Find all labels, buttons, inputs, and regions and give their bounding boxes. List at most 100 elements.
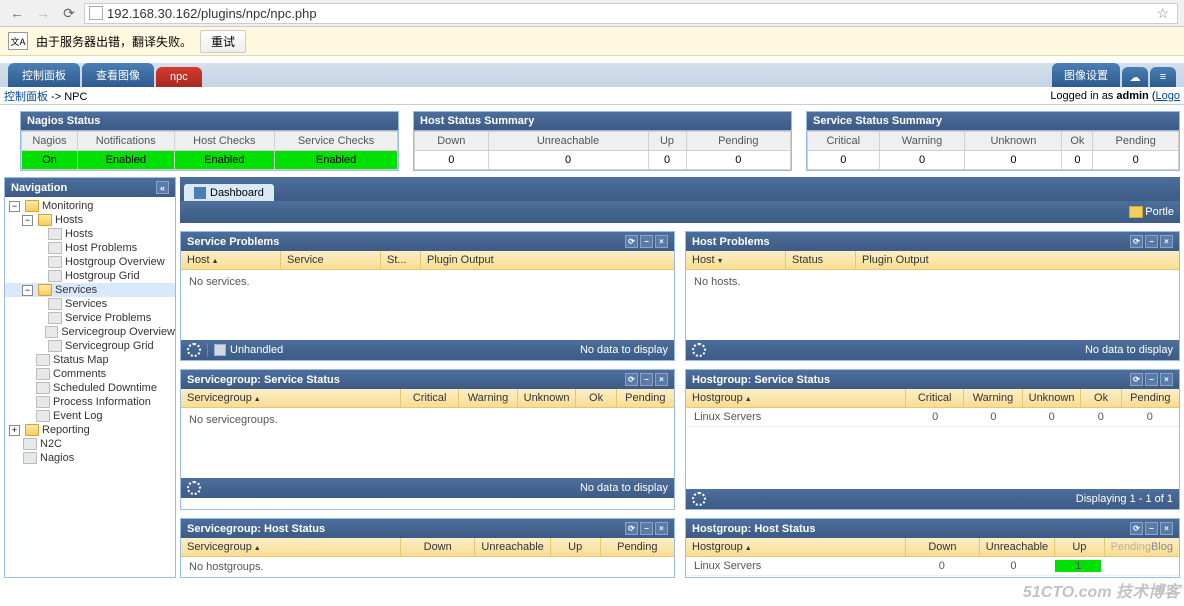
breadcrumb-bar: 控制面板 -> NPC Logged in as admin (Logo [0, 87, 1184, 105]
tool-refresh-icon[interactable]: ⟳ [625, 235, 638, 248]
tree-item[interactable]: Service Problems [5, 311, 175, 325]
tree-monitoring[interactable]: −Monitoring [5, 199, 175, 213]
tool-refresh-icon[interactable]: ⟳ [625, 373, 638, 386]
col-servicegroup[interactable]: Servicegroup [181, 389, 401, 407]
page-icon [36, 410, 50, 422]
col-status[interactable]: Status [786, 251, 856, 269]
tool-close-icon[interactable]: × [655, 373, 668, 386]
reload-button[interactable]: ⟳ [58, 3, 80, 23]
tab-help-icon[interactable]: ☁ [1122, 67, 1148, 87]
tree-item[interactable]: Process Information [5, 395, 175, 409]
tool-close-icon[interactable]: × [1160, 235, 1173, 248]
portlet-row: Service Problems ⟳−× Host Service St... … [180, 223, 1180, 361]
grid-body: No servicegroups. [181, 408, 674, 478]
tree-item[interactable]: Scheduled Downtime [5, 381, 175, 395]
tool-refresh-icon[interactable]: ⟳ [1130, 373, 1143, 386]
col-status[interactable]: St... [381, 251, 421, 269]
tree-item[interactable]: Servicegroup Overview [5, 325, 175, 339]
tree-item[interactable]: Event Log [5, 409, 175, 423]
tree-nagios[interactable]: Nagios [5, 451, 175, 465]
tool-close-icon[interactable]: × [655, 235, 668, 248]
grid-body: No hosts. [686, 270, 1179, 340]
spinner-icon [187, 343, 201, 357]
tab-image-settings[interactable]: 图像设置 [1052, 63, 1120, 87]
col-hostgroup[interactable]: Hostgroup [686, 389, 906, 407]
back-button[interactable]: ← [6, 3, 28, 23]
bookmark-star-icon[interactable]: ☆ [1156, 5, 1173, 22]
content-toolbar: Portle [180, 201, 1180, 223]
toggle-icon[interactable]: + [9, 425, 20, 436]
panel-host-summary: Host Status Summary Down Unreachable Up … [413, 111, 792, 171]
tree-item[interactable]: Hosts [5, 227, 175, 241]
forward-button[interactable]: → [32, 3, 54, 23]
folder-icon [25, 200, 39, 212]
logout-link[interactable]: Logo [1156, 90, 1180, 102]
collapse-icon[interactable]: « [156, 181, 169, 194]
tree-item[interactable]: Hostgroup Grid [5, 269, 175, 283]
tree-services[interactable]: −Services [5, 283, 175, 297]
tree-n2c[interactable]: N2C [5, 437, 175, 451]
tree-item[interactable]: Host Problems [5, 241, 175, 255]
col-hostgroup[interactable]: Hostgroup [686, 538, 906, 556]
tool-collapse-icon[interactable]: − [1145, 522, 1158, 535]
toggle-icon[interactable]: − [9, 201, 20, 212]
toggle-icon[interactable]: − [22, 215, 33, 226]
dashboard-icon [194, 187, 206, 199]
col-host[interactable]: Host [686, 251, 786, 269]
tree-item[interactable]: Servicegroup Grid [5, 339, 175, 353]
tool-collapse-icon[interactable]: − [1145, 373, 1158, 386]
add-portlet-button[interactable]: Portle [1129, 206, 1174, 218]
col-output[interactable]: Plugin Output [421, 251, 674, 269]
folder-icon [38, 284, 52, 296]
unhandled-button[interactable]: Unhandled [214, 344, 283, 356]
col-service[interactable]: Service [281, 251, 381, 269]
login-info: Logged in as admin (Logo [1050, 90, 1180, 102]
col-host[interactable]: Host [181, 251, 281, 269]
col-servicegroup[interactable]: Servicegroup [181, 538, 401, 556]
tab-npc[interactable]: npc [156, 67, 202, 87]
tool-close-icon[interactable]: × [1160, 373, 1173, 386]
tab-control-panel[interactable]: 控制面板 [8, 63, 80, 87]
tab-view-image[interactable]: 查看图像 [82, 63, 154, 87]
page-icon [48, 242, 62, 254]
breadcrumb-link-control[interactable]: 控制面板 [4, 91, 48, 103]
tool-collapse-icon[interactable]: − [640, 373, 653, 386]
tool-close-icon[interactable]: × [1160, 522, 1173, 535]
col-output[interactable]: Plugin Output [856, 251, 1179, 269]
tab-dashboard[interactable]: Dashboard [184, 184, 274, 202]
tool-collapse-icon[interactable]: − [640, 522, 653, 535]
portlet-row: Servicegroup: Host Status ⟳−× Servicegro… [180, 510, 1180, 578]
table-row[interactable]: Linux Servers 0 0 1 [686, 557, 1179, 576]
portlet-hg-host: Hostgroup: Host Status ⟳−× Hostgroup Dow… [685, 518, 1180, 578]
page-icon [48, 228, 62, 240]
translate-retry-button[interactable]: 重试 [200, 30, 246, 53]
tool-collapse-icon[interactable]: − [1145, 235, 1158, 248]
panel-nagios-status: Nagios Status Nagios Notifications Host … [20, 111, 399, 171]
table-row[interactable]: Linux Servers 0 0 0 0 0 [686, 408, 1179, 427]
toggle-icon[interactable]: − [22, 285, 33, 296]
page-icon [23, 438, 37, 450]
portlet-sg-host: Servicegroup: Host Status ⟳−× Servicegro… [180, 518, 675, 578]
watermark: 51CTO.com 技术博客 [1023, 578, 1180, 602]
tool-refresh-icon[interactable]: ⟳ [625, 522, 638, 535]
nav-tree: −Monitoring −Hosts Hosts Host Problems H… [5, 197, 175, 467]
breadcrumb: 控制面板 -> NPC [4, 88, 87, 104]
tree-item[interactable]: Services [5, 297, 175, 311]
dashboard-tabs: Dashboard [180, 177, 1180, 201]
content-area: Dashboard Portle Service Problems ⟳−× Ho… [180, 177, 1180, 578]
tree-item[interactable]: Hostgroup Overview [5, 255, 175, 269]
tool-collapse-icon[interactable]: − [640, 235, 653, 248]
tree-item[interactable]: Status Map [5, 353, 175, 367]
tree-reporting[interactable]: +Reporting [5, 423, 175, 437]
portlet-icon [1129, 206, 1143, 218]
url-bar[interactable]: 192.168.30.162/plugins/npc/npc.php ☆ [84, 3, 1178, 24]
url-text: 192.168.30.162/plugins/npc/npc.php [107, 6, 317, 21]
tab-menu-icon[interactable]: ≡ [1150, 67, 1176, 87]
tool-close-icon[interactable]: × [655, 522, 668, 535]
tool-refresh-icon[interactable]: ⟳ [1130, 235, 1143, 248]
translate-icon: 文A [8, 32, 28, 50]
spinner-icon [187, 481, 201, 495]
tool-refresh-icon[interactable]: ⟳ [1130, 522, 1143, 535]
tree-item[interactable]: Comments [5, 367, 175, 381]
tree-hosts[interactable]: −Hosts [5, 213, 175, 227]
